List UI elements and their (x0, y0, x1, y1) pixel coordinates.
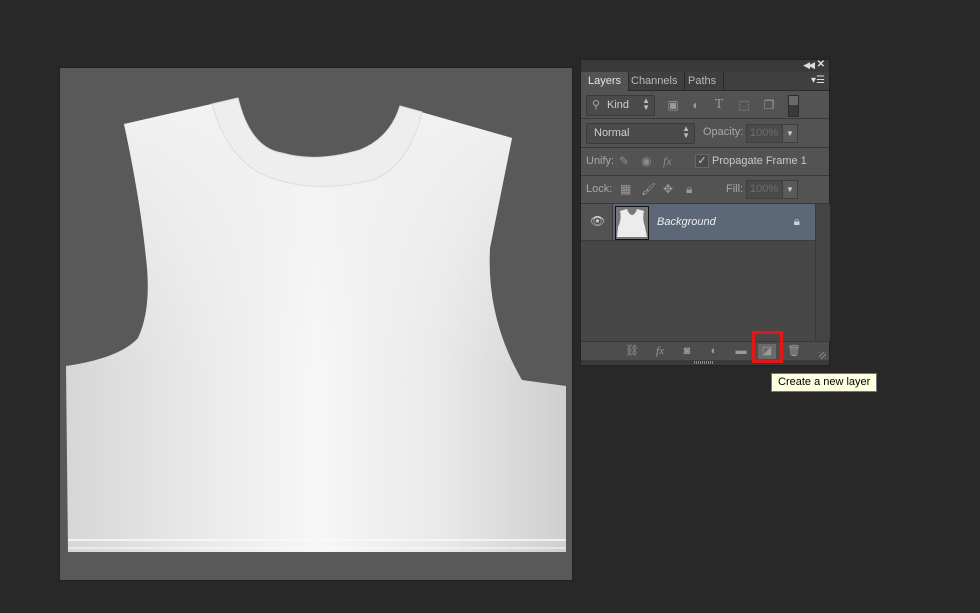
propagate-checkbox[interactable]: ✓ (695, 154, 709, 168)
panel-bottom-toolbar: ⛓ fx ◙ ◐ ▬ ◪ 🗑︎ (581, 341, 829, 361)
layer-thumbnail (615, 206, 649, 240)
layer-body[interactable]: Background 🔒︎ (613, 204, 815, 240)
type-layer-filter-icon[interactable]: T (712, 98, 726, 112)
adjustment-layer-filter-icon[interactable]: ◐ (689, 98, 703, 112)
panel-menu-icon[interactable]: ▾☰ (811, 75, 825, 86)
eye-icon: 👁︎ (590, 214, 606, 228)
filter-row: ⚲ Kind ▲ ▼ ▣ ◐ T ⬚ ❐ (581, 91, 829, 119)
panel-titlebar[interactable]: ◀◀ ✕ (581, 59, 829, 72)
layers-scrollbar[interactable] (815, 204, 830, 341)
lock-all-icon[interactable]: 🔒︎ (686, 182, 692, 197)
lock-transparency-icon[interactable]: ▦ (620, 182, 631, 196)
layers-list: 👁︎ Background 🔒︎ (581, 204, 815, 341)
lock-icon: 🔒︎ (793, 214, 800, 228)
new-layer-icon[interactable]: ◪ (758, 344, 776, 359)
adjustment-layer-icon[interactable]: ◐ (705, 344, 723, 359)
opacity-label: Opacity: (703, 126, 744, 138)
unify-style-icon[interactable]: fx (663, 154, 672, 169)
document-canvas[interactable] (60, 68, 572, 580)
filter-kind-select[interactable]: ⚲ Kind ▲ ▼ (586, 95, 655, 116)
panel-tabs: Layers Channels Paths ▾☰ (581, 72, 829, 91)
opacity-dropdown[interactable]: ▼ (782, 124, 798, 143)
resize-grip[interactable] (819, 352, 826, 359)
blend-mode-select[interactable]: Normal ▲ ▼ (586, 123, 695, 144)
fill-dropdown[interactable]: ▼ (782, 180, 798, 199)
blend-mode-value: Normal (594, 127, 630, 139)
spinner-arrows-icon: ▲ ▼ (682, 124, 690, 140)
lock-position-icon[interactable]: ✥ (663, 182, 673, 196)
unify-position-icon[interactable]: ✎ (619, 154, 629, 168)
propagate-label: Propagate Frame 1 (712, 155, 807, 167)
double-chevron-left-icon[interactable]: ◀◀ (803, 60, 815, 71)
lock-label: Lock: (586, 183, 613, 195)
filter-kind-label: Kind (607, 99, 630, 111)
unify-row: Unify: ✎ ◉ fx ✓ Propagate Frame 1 (581, 148, 829, 176)
unify-label: Unify: (586, 155, 615, 167)
smart-object-filter-icon[interactable]: ❐ (762, 98, 776, 112)
blend-row: Normal ▲ ▼ Opacity: 100% ▼ (581, 119, 829, 148)
spinner-arrows-icon: ▲ ▼ (642, 96, 650, 112)
panel-footer (581, 360, 829, 365)
unify-visibility-icon[interactable]: ◉ (641, 154, 651, 168)
fill-input[interactable]: 100% (746, 180, 783, 199)
layer-name: Background (657, 216, 716, 228)
fill-label: Fill: (726, 183, 744, 195)
layers-panel: ◀◀ ✕ Layers Channels Paths ▾☰ ⚲ Kind ▲ ▼ … (581, 59, 830, 365)
close-icon[interactable]: ✕ (817, 59, 825, 70)
opacity-input[interactable]: 100% (746, 124, 783, 143)
tooltip: Create a new layer (771, 373, 878, 392)
shape-layer-filter-icon[interactable]: ⬚ (737, 98, 751, 112)
layer-row[interactable]: 👁︎ Background 🔒︎ (581, 204, 815, 241)
filter-toggle-switch[interactable] (788, 95, 799, 117)
lock-row: Lock: ▦ 🖌︎ ✥ 🔒︎ Fill: 100% ▼ (581, 176, 829, 204)
add-mask-icon[interactable]: ◙ (678, 344, 696, 359)
tab-channels[interactable]: Channels (624, 72, 686, 90)
panel-resize-handle[interactable] (694, 361, 714, 364)
search-icon: ⚲ (592, 99, 601, 111)
trash-icon[interactable]: 🗑︎ (785, 344, 803, 359)
fx-icon[interactable]: fx (651, 344, 669, 359)
tab-paths[interactable]: Paths (681, 72, 725, 90)
group-folder-icon[interactable]: ▬ (732, 344, 750, 359)
pixel-layer-filter-icon[interactable]: ▣ (666, 98, 680, 112)
link-layers-icon[interactable]: ⛓ (623, 344, 641, 359)
tank-top-image (66, 97, 566, 552)
tab-layers[interactable]: Layers (581, 72, 630, 91)
lock-image-pixels-icon[interactable]: 🖌︎ (641, 182, 656, 196)
visibility-toggle[interactable]: 👁︎ (581, 204, 613, 240)
